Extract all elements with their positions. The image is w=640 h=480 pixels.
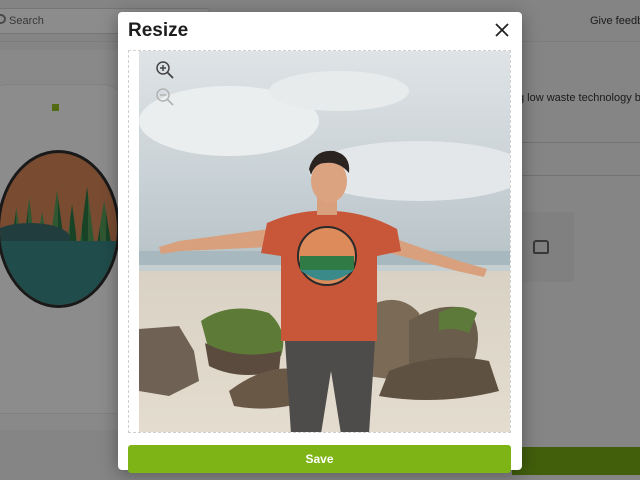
close-icon [495,23,509,37]
zoom-out-icon [156,88,174,106]
zoom-in-button[interactable] [155,60,175,80]
product-photo[interactable] [139,51,511,433]
resize-canvas[interactable] [128,50,511,433]
resize-dialog: Resize Save [118,12,522,473]
close-button[interactable] [492,20,512,40]
save-button[interactable]: Save [128,445,511,473]
zoom-out-button[interactable] [155,87,175,107]
dialog-title: Resize [128,20,189,41]
zoom-in-icon [156,61,174,79]
